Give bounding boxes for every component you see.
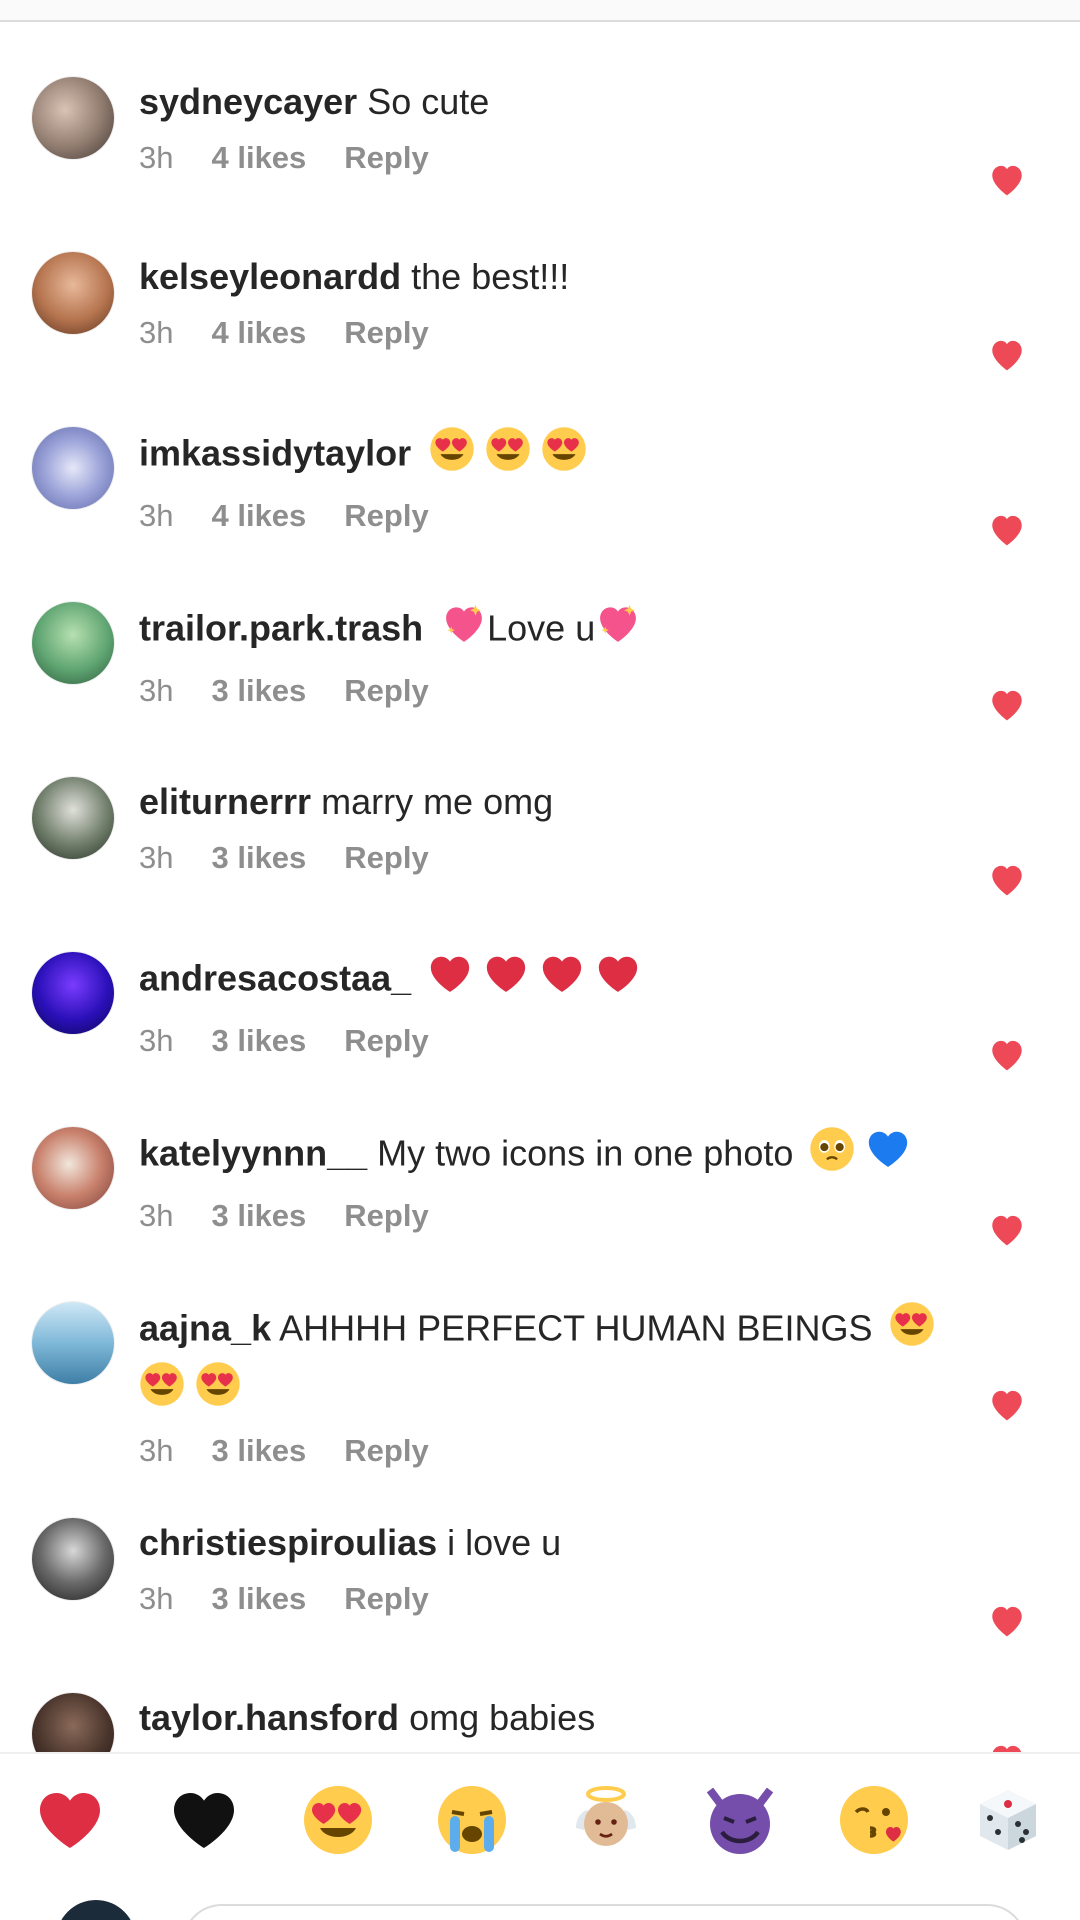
avatar[interactable]	[31, 76, 115, 160]
avatar[interactable]	[31, 601, 115, 685]
comment-likes[interactable]: 4 likes	[211, 138, 306, 178]
avatar[interactable]	[31, 251, 115, 335]
comment-username[interactable]: aajna_k	[139, 1308, 271, 1349]
comment-time: 3h	[139, 315, 174, 350]
sparkling-heart-icon	[595, 601, 641, 661]
heart-icon[interactable]	[987, 511, 1027, 547]
reply-button[interactable]: Reply	[344, 1196, 428, 1236]
comment-text: Love u	[487, 607, 596, 649]
heart-icon[interactable]	[987, 1211, 1027, 1247]
comment-likes[interactable]: 4 likes	[211, 496, 306, 536]
comment-likes[interactable]: 3 likes	[211, 671, 306, 711]
comment-text: omg babies	[409, 1697, 596, 1738]
comment-text: My two icons in one photo	[377, 1132, 794, 1174]
avatar[interactable]	[31, 1692, 115, 1752]
top-bar	[0, 0, 1080, 22]
comment-likes[interactable]: 3 likes	[211, 1196, 306, 1236]
comment-username[interactable]: taylor.hansford	[139, 1697, 399, 1738]
heart-icon[interactable]	[987, 1036, 1027, 1072]
comment-username[interactable]: kelseyleonardd	[139, 256, 401, 297]
comment-time: 3h	[139, 1581, 174, 1616]
comment-time: 3h	[139, 1023, 174, 1058]
comment-username[interactable]: christiespiroulias	[139, 1522, 437, 1563]
comment-time: 3h	[139, 1198, 174, 1233]
reply-button[interactable]: Reply	[344, 1021, 428, 1061]
red-heart-icon	[595, 951, 641, 1011]
comment-text: marry me omg	[321, 781, 554, 822]
avatar[interactable]	[56, 1900, 136, 1920]
comment-likes[interactable]: 4 likes	[211, 313, 306, 353]
avatar[interactable]	[31, 1517, 115, 1601]
black-heart-icon[interactable]	[162, 1778, 246, 1862]
comment-likes[interactable]: 3 likes	[211, 838, 306, 878]
heart-icon[interactable]	[987, 1741, 1027, 1752]
reply-button[interactable]: Reply	[344, 671, 428, 711]
comment-username[interactable]: sydneycayer	[139, 81, 357, 122]
reply-button[interactable]: Reply	[344, 313, 428, 353]
red-heart-icon[interactable]	[28, 1778, 112, 1862]
comment-username[interactable]: katelyynnn__	[139, 1133, 367, 1174]
pleading-face-icon	[809, 1126, 855, 1186]
comment-time: 3h	[139, 498, 174, 533]
baby-angel-icon[interactable]	[564, 1778, 648, 1862]
heart-icon[interactable]	[987, 1602, 1027, 1638]
comment-likes[interactable]: 3 likes	[211, 1579, 306, 1619]
kissing-heart-icon[interactable]	[832, 1778, 916, 1862]
red-heart-icon	[483, 951, 529, 1011]
comment-likes[interactable]: 3 likes	[211, 1431, 306, 1471]
comment-composer	[0, 1892, 1080, 1920]
reply-button[interactable]: Reply	[344, 1579, 428, 1619]
red-heart-icon	[427, 951, 473, 1011]
comment-text: i love u	[447, 1522, 562, 1563]
comment-input[interactable]	[182, 1904, 1027, 1920]
reply-button[interactable]: Reply	[344, 838, 428, 878]
comment-likes[interactable]: 3 likes	[211, 1021, 306, 1061]
comment-text: AHHHH PERFECT HUMAN BEINGS	[279, 1307, 873, 1349]
heart-eyes-icon	[139, 1361, 185, 1421]
smiling-imp-icon[interactable]	[698, 1778, 782, 1862]
comment-time: 3h	[139, 840, 174, 875]
comment-time: 3h	[139, 673, 174, 708]
avatar[interactable]	[31, 1301, 115, 1385]
avatar[interactable]	[31, 1126, 115, 1210]
comment-username[interactable]: eliturnerrr	[139, 781, 311, 822]
heart-eyes-icon	[541, 426, 587, 486]
sparkling-heart-icon	[441, 601, 487, 661]
heart-icon[interactable]	[987, 686, 1027, 722]
avatar[interactable]	[31, 776, 115, 860]
comment-text: So cute	[367, 81, 490, 122]
comment-time: 3h	[139, 1433, 174, 1468]
comment-list[interactable]: sydneycayer So cute 3h 4 likes Reply kelse…	[0, 22, 1080, 1752]
heart-icon[interactable]	[987, 861, 1027, 897]
avatar[interactable]	[31, 951, 115, 1035]
heart-icon[interactable]	[987, 336, 1027, 372]
avatar[interactable]	[31, 426, 115, 510]
reply-button[interactable]: Reply	[344, 138, 428, 178]
heart-icon[interactable]	[987, 1386, 1027, 1422]
comment-username[interactable]: trailor.park.trash	[139, 608, 423, 649]
heart-eyes-icon	[195, 1361, 241, 1421]
comment-username[interactable]: imkassidytaylor	[139, 433, 411, 474]
reply-button[interactable]: Reply	[344, 496, 428, 536]
blue-heart-icon	[865, 1126, 911, 1186]
heart-eyes-icon	[485, 426, 531, 486]
heart-eyes-icon	[429, 426, 475, 486]
heart-eyes-icon[interactable]	[296, 1778, 380, 1862]
comment-text: the best!!!	[411, 256, 570, 297]
game-die-icon[interactable]	[966, 1778, 1050, 1862]
reply-button[interactable]: Reply	[344, 1431, 428, 1471]
crying-face-icon[interactable]	[430, 1778, 514, 1862]
emoji-reaction-bar	[0, 1752, 1080, 1892]
heart-icon[interactable]	[987, 161, 1027, 197]
heart-eyes-icon	[889, 1301, 935, 1361]
comment-time: 3h	[139, 140, 174, 175]
comment-username[interactable]: andresacostaa_	[139, 958, 411, 999]
red-heart-icon	[539, 951, 585, 1011]
